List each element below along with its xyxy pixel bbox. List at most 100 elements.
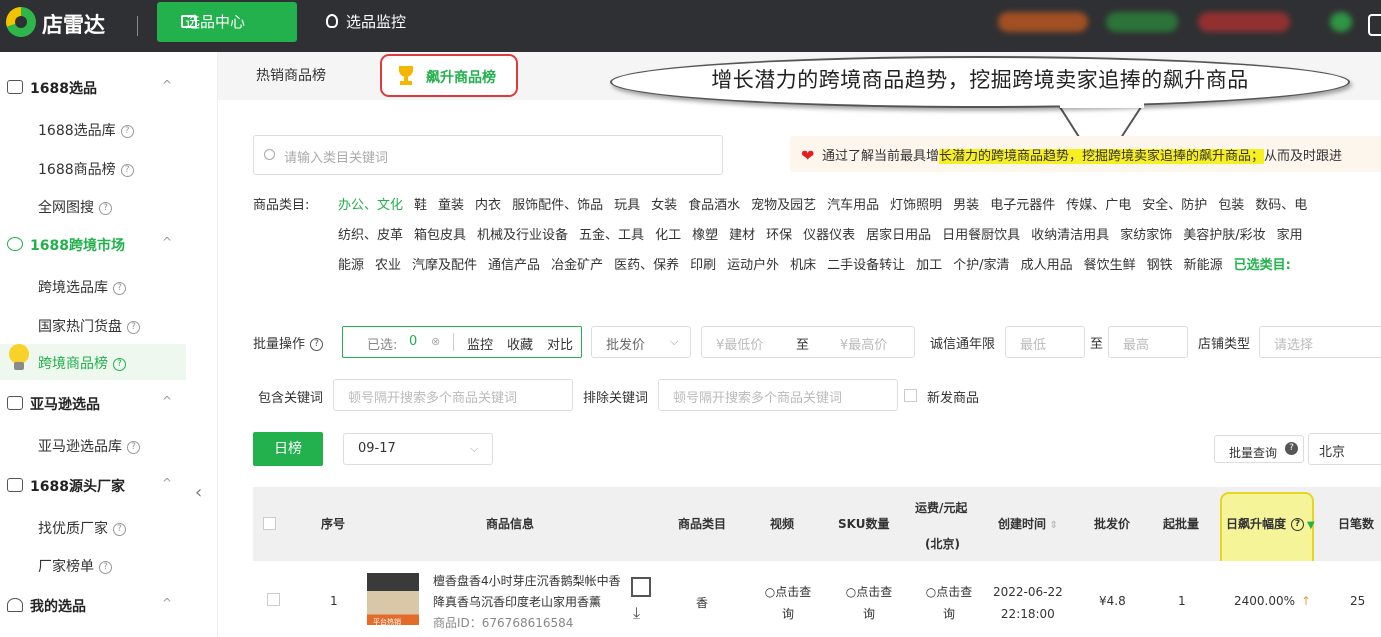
category-option[interactable]: 餐饮生鲜	[1084, 258, 1136, 273]
category-option[interactable]: 加工	[916, 258, 942, 273]
category-option[interactable]: 汽车用品	[827, 198, 879, 213]
category-option[interactable]: 五金、工具	[579, 228, 644, 243]
product-title[interactable]: 檀香盘香4小时芽庄沉香鹅梨帐中香	[433, 571, 621, 592]
collapse-sidebar-icon[interactable]: ‹	[195, 482, 213, 512]
category-option[interactable]: 个护/家清	[953, 258, 1009, 273]
sidebar-item-image-search[interactable]: 全网图搜?	[0, 188, 186, 224]
blurred-menu-item[interactable]	[1106, 12, 1178, 32]
col-created[interactable]: 创建时间 ⇕	[998, 515, 1058, 532]
blurred-menu-item[interactable]	[998, 12, 1088, 32]
help-icon[interactable]: ?	[127, 320, 140, 334]
category-option[interactable]: 家纺家饰	[1120, 228, 1172, 243]
sidebar-group-my-selection[interactable]: 我的选品 ^	[0, 586, 190, 624]
collect-button[interactable]: 收藏	[507, 334, 533, 353]
sidebar-item-1688-library[interactable]: 1688选品库?	[0, 111, 186, 147]
category-option[interactable]: 灯饰照明	[890, 198, 942, 213]
category-option[interactable]: 服饰配件、饰品	[512, 198, 603, 213]
product-title[interactable]: 降真香乌沉香印度老山家用香薰	[433, 592, 621, 613]
select-all-checkbox[interactable]	[263, 517, 276, 530]
category-option[interactable]: 农业	[375, 258, 401, 273]
batch-query-button[interactable]: 批量查询?	[1214, 435, 1304, 463]
category-option[interactable]: 鞋	[414, 198, 427, 213]
blurred-menu-item[interactable]	[1198, 12, 1290, 32]
exclude-keyword-input[interactable]: 顿号隔开搜索多个商品关键词	[658, 379, 898, 411]
sidebar-item-crossborder-library[interactable]: 跨境选品库?	[0, 268, 186, 304]
sidebar-item-find-factory[interactable]: 找优质厂家?	[0, 509, 186, 545]
category-option[interactable]: 冶金矿产	[551, 258, 603, 273]
help-icon[interactable]: ?	[120, 124, 134, 138]
category-option[interactable]: 内衣	[475, 198, 501, 213]
category-option[interactable]: 能源	[338, 258, 364, 273]
help-icon[interactable]: ?	[120, 163, 134, 177]
category-option[interactable]: 通信产品	[488, 258, 540, 273]
clear-icon[interactable]: ⊗	[431, 335, 440, 348]
category-option[interactable]: 日用餐厨饮具	[942, 228, 1020, 243]
col-rise[interactable]: 日飙升幅度? ▼	[1226, 515, 1315, 532]
category-search-input[interactable]: 请输入类目关键词	[253, 135, 723, 175]
category-option[interactable]: 橡塑	[692, 228, 718, 243]
sidebar-group-amazon[interactable]: 亚马逊选品 ^	[0, 384, 190, 422]
row-checkbox[interactable]	[267, 593, 280, 606]
help-icon[interactable]: ?	[310, 338, 324, 351]
help-icon[interactable]: ?	[1285, 442, 1298, 455]
app-logo[interactable]: 店雷达	[42, 9, 105, 39]
category-option[interactable]: 美容护肤/彩妆	[1183, 228, 1265, 243]
category-option[interactable]: 玩具	[614, 198, 640, 213]
price-type-select[interactable]: 批发价 ⌵	[591, 326, 691, 358]
category-option[interactable]: 二手设备转让	[827, 258, 905, 273]
qrcode-icon[interactable]	[631, 577, 651, 597]
video-query[interactable]: ○点击查询	[753, 581, 823, 625]
region-select[interactable]: 北京	[1308, 433, 1381, 465]
category-option[interactable]: 新能源	[1184, 258, 1223, 273]
sidebar-item-factory-ranking[interactable]: 厂家榜单?	[0, 547, 186, 583]
category-option[interactable]: 化工	[655, 228, 681, 243]
help-icon[interactable]: ?	[99, 560, 112, 574]
category-option[interactable]: 居家日用品	[866, 228, 931, 243]
help-icon[interactable]: ?	[99, 201, 112, 215]
download-icon[interactable]: ⤓	[633, 603, 640, 623]
nav-selection-center[interactable]: 选品中心	[157, 2, 297, 42]
category-option[interactable]: 环保	[766, 228, 792, 243]
category-option[interactable]: 包装	[1218, 198, 1244, 213]
sidebar-group-1688[interactable]: 1688选品 ^	[0, 68, 190, 106]
freight-query[interactable]: ○点击查询	[914, 581, 984, 625]
category-option[interactable]: 纺织、皮革	[338, 228, 403, 243]
min-years-input[interactable]: 最低	[1005, 326, 1085, 358]
category-option[interactable]: 童装	[438, 198, 464, 213]
category-option[interactable]: 男装	[953, 198, 979, 213]
category-option[interactable]: 食品酒水	[688, 198, 740, 213]
sidebar-item-crossborder-ranking[interactable]: 跨境商品榜?	[0, 344, 186, 380]
sidebar-item-amazon-library[interactable]: 亚马逊选品库?	[0, 427, 186, 463]
message-icon[interactable]	[1368, 14, 1381, 36]
category-option[interactable]: 机械及行业设备	[477, 228, 568, 243]
table-row[interactable]: 1 檀香盘香4小时芽庄沉香鹅梨帐中香 降真香乌沉香印度老山家用香薰 商品ID：6…	[253, 561, 1381, 637]
include-keyword-input[interactable]: 顿号隔开搜索多个商品关键词	[333, 379, 573, 411]
category-option[interactable]: 机床	[790, 258, 816, 273]
category-option[interactable]: 传媒、广电	[1066, 198, 1131, 213]
category-option[interactable]: 医药、保养	[614, 258, 679, 273]
category-option[interactable]: 汽摩及配件	[412, 258, 477, 273]
category-option[interactable]: 宠物及园艺	[751, 198, 816, 213]
date-select[interactable]: 09-17 ⌵	[343, 433, 493, 465]
sidebar-group-crossborder[interactable]: 1688跨境市场 ^	[0, 225, 190, 263]
new-goods-checkbox[interactable]	[904, 389, 917, 402]
category-option[interactable]: 收纳清洁用具	[1031, 228, 1109, 243]
sidebar-item-country-hot[interactable]: 国家热门货盘?	[0, 307, 186, 343]
category-option[interactable]: 运动户外	[727, 258, 779, 273]
category-option[interactable]: 办公、文化	[338, 198, 403, 213]
max-years-input[interactable]: 最高	[1108, 326, 1188, 358]
help-icon[interactable]: ?	[127, 440, 140, 454]
help-icon[interactable]: ?	[1291, 518, 1305, 531]
daily-ranking-button[interactable]: 日榜	[253, 432, 323, 466]
category-option[interactable]: 印刷	[690, 258, 716, 273]
monitor-button[interactable]: 监控	[467, 334, 493, 353]
category-option[interactable]: 女装	[651, 198, 677, 213]
nav-monitor[interactable]: 选品监控	[318, 2, 420, 42]
category-option[interactable]: 家用	[1277, 228, 1303, 243]
sidebar-group-factory[interactable]: 1688源头厂家 ^	[0, 466, 190, 504]
category-option[interactable]: 电子元器件	[990, 198, 1055, 213]
category-option[interactable]: 数码、电	[1255, 198, 1307, 213]
compare-button[interactable]: 对比	[547, 334, 573, 353]
product-thumbnail[interactable]: 平台热销	[367, 573, 419, 626]
help-icon[interactable]: ?	[113, 281, 126, 295]
